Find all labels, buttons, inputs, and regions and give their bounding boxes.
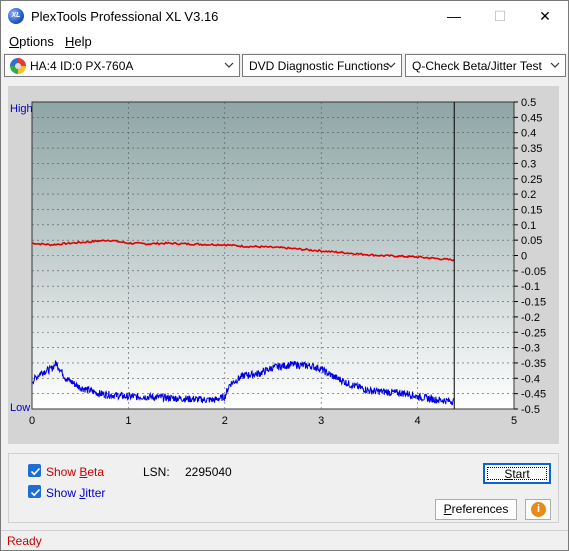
drive-select-value: HA:4 ID:0 PX-760A <box>30 59 134 73</box>
info-button[interactable]: i <box>525 499 551 520</box>
y-tick-label: -0.4 <box>521 373 540 385</box>
menu-options[interactable]: Options <box>9 34 54 49</box>
menu-bar: Options Help <box>1 31 568 53</box>
minimize-button[interactable]: — <box>431 1 477 31</box>
y-tick-label: 0.2 <box>521 189 536 201</box>
y-tick-label: -0.2 <box>521 312 540 324</box>
info-icon: i <box>531 502 546 517</box>
x-tick-label: 5 <box>511 415 517 427</box>
disc-drive-icon <box>10 58 26 74</box>
close-button[interactable]: ✕ <box>522 1 568 31</box>
function-select[interactable]: DVD Diagnostic Functions <box>242 54 402 77</box>
start-button[interactable]: Start <box>483 463 551 484</box>
y-tick-label: -0.3 <box>521 343 540 355</box>
y-tick-label: -0.1 <box>521 281 540 293</box>
lsn-value: 2295040 <box>185 465 232 479</box>
status-text: Ready <box>7 534 42 548</box>
x-tick-label: 3 <box>318 415 324 427</box>
show-jitter-label[interactable]: Show Jitter <box>46 486 105 500</box>
beta-jitter-chart: 0.5 0.45 0.4 0.35 0.3 0.25 0.2 0.15 0.1 0.05 0 -0.0… <box>10 97 546 427</box>
test-select-value: Q-Check Beta/Jitter Test <box>412 59 542 73</box>
status-bar: Ready <box>1 530 568 550</box>
y-tick-label: 0.5 <box>521 97 536 109</box>
x-tick-label: 0 <box>29 415 35 427</box>
y-tick-label: 0.05 <box>521 235 542 247</box>
y-tick-label: 0.3 <box>521 158 536 170</box>
y-tick-label: 0.4 <box>521 128 536 140</box>
y-tick-label: 0.15 <box>521 204 542 216</box>
y-axis-low-label: Low <box>10 402 30 414</box>
drive-select[interactable]: HA:4 ID:0 PX-760A <box>4 54 240 77</box>
show-beta-checkbox[interactable] <box>28 464 41 477</box>
chart-panel: 0.5 0.45 0.4 0.35 0.3 0.25 0.2 0.15 0.1 0.05 0 -0.0… <box>8 86 559 444</box>
title-bar: XL PlexTools Professional XL V3.16 — ☐ ✕ <box>1 1 568 31</box>
toolbar: HA:4 ID:0 PX-760A DVD Diagnostic Functio… <box>1 53 568 79</box>
test-select[interactable]: Q-Check Beta/Jitter Test <box>405 54 566 77</box>
y-tick-label: 0.35 <box>521 143 542 155</box>
y-tick-label: 0.45 <box>521 112 542 124</box>
y-tick-label: 0 <box>521 251 527 263</box>
chevron-down-icon <box>386 62 396 68</box>
chevron-down-icon <box>224 62 234 68</box>
preferences-button[interactable]: Preferences <box>435 499 517 520</box>
show-beta-label[interactable]: Show Beta <box>46 465 104 479</box>
focus-rect <box>487 467 547 480</box>
y-tick-label: -0.15 <box>521 297 546 309</box>
y-tick-label: 0.1 <box>521 220 536 232</box>
x-tick-label: 1 <box>125 415 131 427</box>
y-tick-label: -0.35 <box>521 358 546 370</box>
plextools-logo-icon: XL <box>8 8 24 24</box>
menu-help[interactable]: Help <box>65 34 92 49</box>
y-tick-label: -0.5 <box>521 404 540 416</box>
y-axis-high-label: High <box>10 103 33 115</box>
y-tick-label: 0.25 <box>521 174 542 186</box>
function-select-value: DVD Diagnostic Functions <box>249 59 390 73</box>
y-tick-label: -0.45 <box>521 389 546 401</box>
show-jitter-checkbox[interactable] <box>28 485 41 498</box>
checkmark-icon <box>30 488 41 497</box>
window-title: PlexTools Professional XL V3.16 <box>31 9 219 24</box>
controls-panel: Show Beta Show Jitter LSN: 2295040 Start… <box>8 453 559 523</box>
checkmark-icon <box>30 467 41 476</box>
chevron-down-icon <box>550 62 560 68</box>
x-tick-label: 2 <box>222 415 228 427</box>
y-tick-label: -0.05 <box>521 266 546 278</box>
app-window: XL PlexTools Professional XL V3.16 — ☐ ✕… <box>0 0 569 551</box>
lsn-label: LSN: <box>143 465 170 479</box>
maximize-button[interactable]: ☐ <box>477 1 523 31</box>
y-tick-label: -0.25 <box>521 327 546 339</box>
x-tick-label: 4 <box>415 415 421 427</box>
